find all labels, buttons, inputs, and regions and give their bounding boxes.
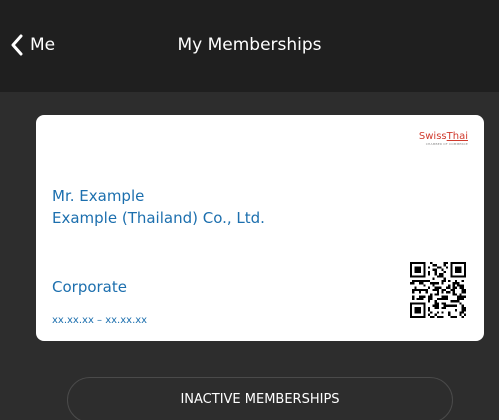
top-bar: Me My Memberships [0, 0, 499, 92]
swissthai-logo: SwissThai CHAMBER OF COMMERCE [419, 132, 468, 146]
logo-word-thai: Thai [446, 131, 468, 142]
membership-card[interactable]: SwissThai CHAMBER OF COMMERCE Mr. Exampl… [36, 115, 484, 341]
page-title: My Memberships [177, 35, 322, 55]
validity-dates: xx.xx.xx – xx.xx.xx [52, 315, 148, 326]
memberships-screen: Me My Memberships SwissThai CHAMBER OF C… [0, 0, 499, 420]
qr-code-icon [410, 262, 466, 318]
membership-type: Corporate [52, 278, 127, 296]
logo-word-swiss: Swiss [418, 131, 447, 142]
company-name: Example (Thailand) Co., Ltd. [52, 209, 265, 227]
logo-subtitle: CHAMBER OF COMMERCE [425, 142, 468, 146]
member-name: Mr. Example [52, 187, 145, 205]
inactive-memberships-button[interactable]: INACTIVE MEMBERSHIPS [67, 377, 453, 420]
